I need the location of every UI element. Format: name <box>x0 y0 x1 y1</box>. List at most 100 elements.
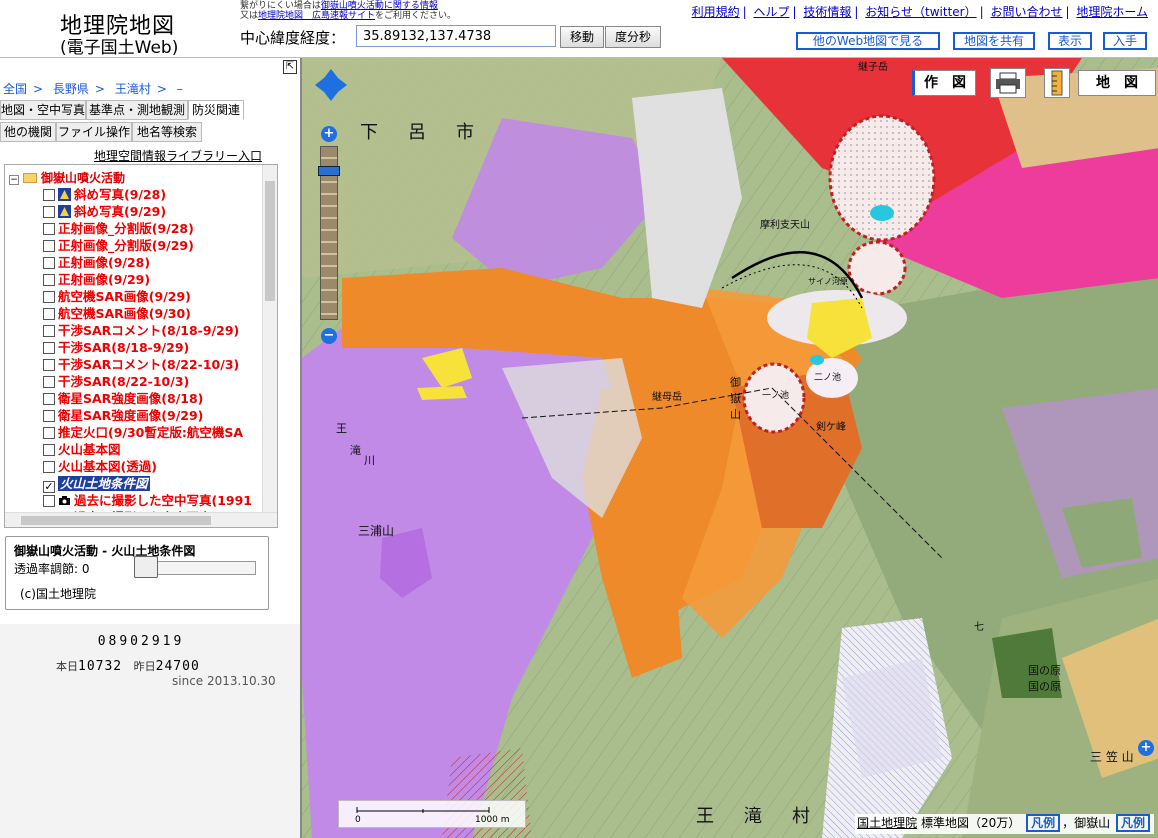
label-sainokawara: サイノ河原 <box>808 277 848 286</box>
tree-item[interactable]: 航空機SAR画像(9/30) <box>43 305 191 322</box>
link-tech-info[interactable]: 技術情報 <box>803 5 851 19</box>
notice-link-ontake[interactable]: 御嶽山噴火活動に関する情報 <box>321 1 438 11</box>
link-help[interactable]: ヘルプ <box>753 5 789 19</box>
tree-item[interactable]: 航空機SAR画像(9/29) <box>43 288 191 305</box>
get-button[interactable]: 入手 <box>1103 32 1147 50</box>
tree-item[interactable]: 過去に撮影した空中写真(1991 <box>43 492 252 509</box>
layer-checkbox[interactable] <box>43 291 55 303</box>
layer-checkbox[interactable] <box>43 393 55 405</box>
scale-distance-label: 1000 m <box>475 815 510 825</box>
layer-checkbox[interactable] <box>43 206 55 218</box>
tree-item[interactable]: 干渉SARコメント(8/22-10/3) <box>43 356 239 373</box>
opacity-slider-thumb[interactable] <box>134 556 158 578</box>
layer-checkbox[interactable] <box>43 461 55 473</box>
tree-item[interactable]: 正射画像(9/28) <box>43 254 150 271</box>
map-menu-button[interactable]: 地 図 <box>1078 70 1156 96</box>
link-twitter[interactable]: お知らせ（twitter） <box>865 5 976 19</box>
tab-other-agencies[interactable]: 他の機関 <box>0 122 56 142</box>
tree-root[interactable]: − 御嶽山噴火活動 <box>9 169 125 186</box>
collapse-panel-icon[interactable]: ⇱ <box>283 60 297 74</box>
layer-checkbox[interactable] <box>43 376 55 388</box>
label-kengamine: 剣ケ峰 <box>816 422 846 433</box>
zoom-slider-thumb[interactable] <box>318 166 340 176</box>
library-link[interactable]: 地理空間情報ライブラリー入口 <box>94 147 262 164</box>
label-kuninohara-2: 国の原 <box>1028 680 1061 693</box>
move-button[interactable]: 移動 <box>560 26 604 48</box>
tree-item[interactable]: 火山基本図 <box>43 441 121 458</box>
legend-button-ontake[interactable]: 凡例 <box>1115 814 1150 832</box>
tree-vertical-scrollbar[interactable] <box>262 165 277 515</box>
share-map-button[interactable]: 地図を共有 <box>953 32 1035 50</box>
tab-control-points[interactable]: 基準点・測地観測 <box>86 100 188 120</box>
tree-item[interactable]: 衛星SAR強度画像(8/18) <box>43 390 203 407</box>
layer-checkbox[interactable] <box>43 427 55 439</box>
notice-prefix-1: 繋がりにくい場合は <box>240 1 321 11</box>
layer-checkbox[interactable] <box>43 257 55 269</box>
display-button[interactable]: 表示 <box>1048 32 1092 50</box>
coord-input[interactable] <box>356 25 556 47</box>
coord-label: 中心緯度経度： <box>240 29 346 47</box>
tab-disaster[interactable]: 防災関連 <box>188 100 244 120</box>
pan-arrows-icon[interactable] <box>314 68 348 102</box>
tab-file-ops[interactable]: ファイル操作 <box>56 122 132 142</box>
tree-item-label: 航空機SAR画像(9/29) <box>58 289 191 304</box>
legend-button-standard[interactable]: 凡例 <box>1026 814 1061 832</box>
layer-checkbox[interactable] <box>43 359 55 371</box>
layer-checkbox[interactable] <box>43 342 55 354</box>
app-subtitle[interactable]: (電子国土Web) <box>60 33 178 58</box>
tree-horizontal-scrollbar[interactable] <box>5 512 277 527</box>
attribution-gsi[interactable]: 国土地理院 <box>857 816 917 830</box>
tree-item[interactable]: 推定火口(9/30暫定版:航空機SA <box>43 424 243 441</box>
label-tsugoko: 継子岳 <box>858 62 888 73</box>
tree-item[interactable]: 干渉SAR(8/22-10/3) <box>43 373 189 390</box>
tab-place-search[interactable]: 地名等検索 <box>132 122 202 142</box>
notice-link-hiroshima[interactable]: 地理院地図 広島速報サイト <box>258 11 375 21</box>
tree-item-label: 正射画像_分割版(9/29) <box>58 238 194 253</box>
tree-item[interactable]: 正射画像(9/29) <box>43 271 150 288</box>
tree-item[interactable]: 正射画像_分割版(9/29) <box>43 237 194 254</box>
yesterday-label: 昨日 <box>133 660 156 673</box>
tree-item[interactable]: 斜め写真(9/29) <box>43 203 166 220</box>
breadcrumb-item-nagano[interactable]: 長野県 <box>53 82 89 96</box>
tree-item[interactable]: 干渉SAR(8/18-9/29) <box>43 339 189 356</box>
tree-item[interactable]: 斜め写真(9/28) <box>43 186 166 203</box>
tree-item[interactable]: 正射画像_分割版(9/28) <box>43 220 194 237</box>
printer-icon[interactable] <box>990 68 1026 98</box>
zoom-in-button[interactable]: + <box>321 126 337 142</box>
tree-item[interactable]: 火山基本図(透過) <box>43 458 157 475</box>
attribution-ontake: ，御嶽山 <box>1062 816 1111 830</box>
tree-item[interactable]: 衛星SAR強度画像(9/29) <box>43 407 203 424</box>
other-web-map-button[interactable]: 他のWeb地図で見る <box>796 32 940 50</box>
breadcrumb-item-japan[interactable]: 全国 <box>3 82 27 96</box>
map-view[interactable]: 下 呂 市 王 滝 村 王 滝 川 三浦山 三 笠 山 御 嶽 山 摩利支天山 … <box>300 58 1158 838</box>
dms-button[interactable]: 度分秒 <box>605 26 661 48</box>
layer-checkbox[interactable] <box>43 223 55 235</box>
tree-item[interactable]: ✓ 火山土地条件図 <box>43 475 150 493</box>
layer-checkbox[interactable] <box>43 410 55 422</box>
zoom-out-button[interactable]: − <box>321 328 337 344</box>
layer-checkbox[interactable] <box>43 308 55 320</box>
layer-checkbox[interactable] <box>43 444 55 456</box>
tab-map-photo[interactable]: 地図・空中写真 <box>0 100 86 120</box>
breadcrumb-item-otaki[interactable]: 王滝村 <box>115 82 151 96</box>
collapse-tree-icon[interactable]: − <box>9 175 19 185</box>
link-gsi-home[interactable]: 地理院ホーム <box>1076 5 1148 19</box>
tree-item-label: 正射画像_分割版(9/28) <box>58 221 194 236</box>
tree-item-label: 斜め写真(9/28) <box>74 187 167 202</box>
layer-checkbox[interactable] <box>43 325 55 337</box>
volcanic-land-condition-map[interactable] <box>302 58 1158 838</box>
tree-item[interactable]: 干渉SARコメント(8/18-9/29) <box>43 322 239 339</box>
link-terms[interactable]: 利用規約 <box>692 5 740 19</box>
link-contact[interactable]: お問い合わせ <box>990 5 1062 19</box>
breadcrumb-item-area[interactable]: – <box>177 82 183 96</box>
layer-checkbox[interactable] <box>43 240 55 252</box>
label-ou: 王 <box>336 422 347 435</box>
layer-checkbox[interactable] <box>43 495 55 507</box>
camera-icon <box>58 494 71 507</box>
layer-checkbox[interactable] <box>43 189 55 201</box>
layer-checkbox[interactable] <box>43 274 55 286</box>
expand-legend-button[interactable]: + <box>1138 740 1154 756</box>
draw-tool-button[interactable]: 作 図 <box>912 70 976 96</box>
tree-item-label: 正射画像(9/28) <box>58 255 151 270</box>
ruler-icon[interactable] <box>1044 68 1070 98</box>
